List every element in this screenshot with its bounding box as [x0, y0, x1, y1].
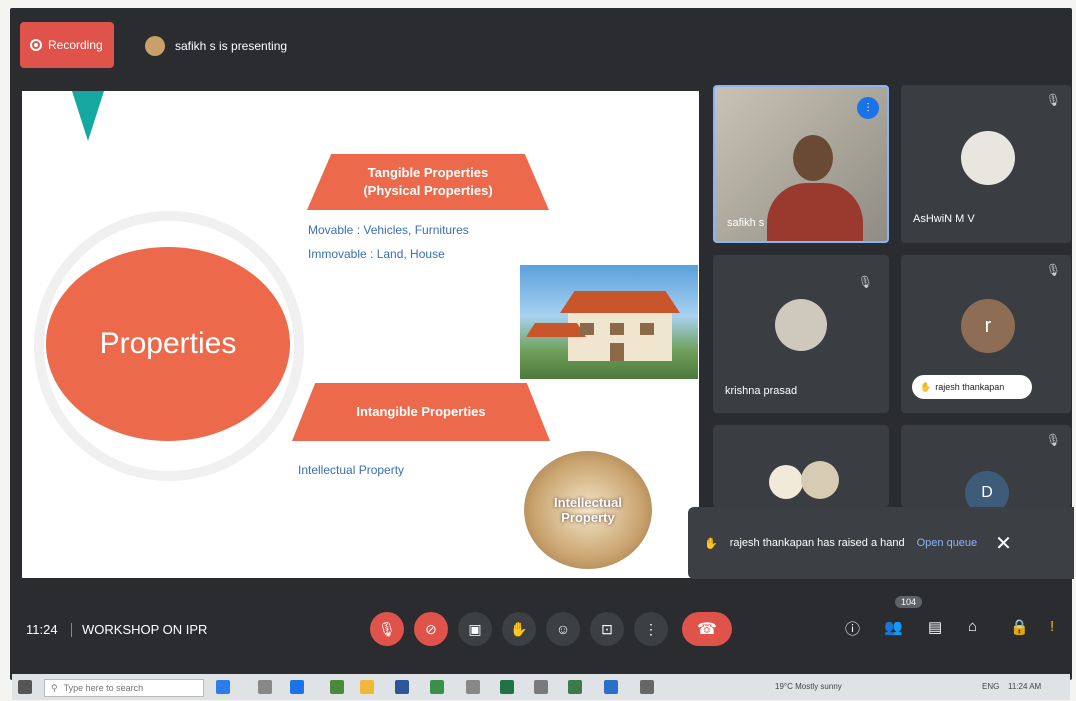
close-icon[interactable]: ✕: [995, 531, 1012, 556]
app-icon[interactable]: [466, 680, 480, 694]
speaking-icon: ⫶: [857, 97, 879, 119]
ip-image-line2: Property: [561, 510, 615, 525]
raise-hand-icon[interactable]: ✋: [502, 612, 536, 646]
search-placeholder: Type here to search: [63, 683, 144, 693]
tangible-title-line1: Tangible Properties: [367, 165, 489, 180]
immovable-text: Immovable : Land, House: [308, 247, 445, 261]
avatar: r: [961, 299, 1015, 353]
raise-hand-icon: ✋: [704, 537, 718, 550]
toast-message: rajesh thankapan has raised a hand: [729, 537, 905, 549]
properties-circle: Properties: [46, 247, 290, 441]
presenter-avatar: [145, 36, 165, 56]
chrome-icon[interactable]: [430, 680, 444, 694]
search-icon: ⚲: [51, 682, 58, 693]
meeting-time: 11:24: [26, 622, 58, 637]
weather-widget[interactable]: 19°C Mostly sunny: [775, 682, 842, 691]
recording-label: Recording: [48, 38, 103, 52]
open-queue-button[interactable]: Open queue: [917, 537, 978, 549]
bing-icon[interactable]: [216, 680, 230, 694]
avatar: [801, 461, 839, 499]
info-icon[interactable]: ⓘ: [845, 618, 860, 639]
participant-tile[interactable]: 🎙 AsHwiN M V: [901, 85, 1071, 243]
participant-video: [793, 135, 833, 181]
participant-name: krishna prasad: [725, 385, 798, 397]
task-view-icon[interactable]: [258, 680, 272, 694]
properties-label: Properties: [99, 327, 237, 360]
tangible-banner: Tangible Properties (Physical Properties…: [307, 154, 549, 210]
participant-tile[interactable]: 🎙 D: [901, 425, 1071, 507]
mic-off-icon[interactable]: 🎙: [370, 612, 404, 646]
presenting-text: safikh s is presenting: [175, 39, 288, 53]
meeting-title: WORKSHOP ON IPR: [82, 622, 208, 637]
participant-count-badge: 104: [895, 596, 923, 608]
camera-off-icon[interactable]: ⊘: [414, 612, 448, 646]
ip-image-line1: Intellectual: [554, 495, 622, 510]
presenting-status: safikh s is presenting: [145, 36, 287, 56]
folder-icon[interactable]: [360, 680, 374, 694]
movable-text: Movable : Vehicles, Furnitures: [308, 223, 469, 237]
chat-icon[interactable]: ▤: [928, 618, 942, 636]
avatar: D: [965, 471, 1009, 507]
intangible-banner: Intangible Properties: [292, 383, 550, 441]
hand-raised-toast: ✋ rajesh thankapan has raised a hand Ope…: [688, 507, 1074, 579]
raise-hand-icon: ✋: [920, 381, 932, 392]
mic-muted-icon: 🎙: [1045, 263, 1061, 277]
app-icon[interactable]: [330, 680, 344, 694]
language-indicator[interactable]: ENG: [982, 682, 999, 691]
mic-muted-icon: 🎙: [1045, 433, 1061, 447]
taskbar-search[interactable]: ⚲ Type here to search: [44, 679, 204, 697]
participant-name: AsHwiN M V: [913, 213, 975, 225]
windows-start-icon[interactable]: [18, 680, 32, 694]
house-image: [520, 265, 698, 379]
taskbar-clock[interactable]: 11:24 AM: [1008, 682, 1041, 691]
participant-video-body: [767, 183, 863, 241]
edge-icon[interactable]: [290, 680, 304, 694]
avatar: [961, 131, 1015, 185]
app-icon[interactable]: [604, 680, 618, 694]
more-icon[interactable]: ⋮: [634, 612, 668, 646]
participant-tile[interactable]: 🎙 krishna prasad: [713, 255, 889, 413]
avatar: [769, 465, 803, 499]
tangible-title-line2: (Physical Properties): [363, 183, 493, 198]
recording-indicator[interactable]: Recording: [20, 22, 114, 68]
intellectual-property-image: Intellectual Property: [524, 451, 652, 569]
avatar: [775, 299, 827, 351]
recording-icon: [30, 39, 42, 51]
intangible-title: Intangible Properties: [356, 404, 486, 419]
word-icon[interactable]: [395, 680, 409, 694]
people-icon[interactable]: 👥: [884, 618, 903, 636]
activities-icon[interactable]: ⌂: [968, 618, 977, 635]
end-call-icon[interactable]: ☎: [682, 612, 732, 646]
presentation-slide: Properties Tangible Properties (Physical…: [22, 91, 699, 578]
intellectual-property-text: Intellectual Property: [298, 463, 405, 477]
participant-name: safikh s: [727, 217, 765, 229]
present-icon[interactable]: ⊡: [590, 612, 624, 646]
hand-raised-label: ✋ rajesh thankapan: [912, 375, 1032, 399]
participant-tile-speaker[interactable]: ⫶ safikh s: [713, 85, 889, 243]
meet-app-icon[interactable]: [568, 680, 582, 694]
excel-icon[interactable]: [500, 680, 514, 694]
divider: [71, 623, 72, 637]
emoji-icon[interactable]: ☺: [546, 612, 580, 646]
app-icon[interactable]: [534, 680, 548, 694]
lock-icon[interactable]: 🔒: [1010, 618, 1029, 636]
mic-muted-icon: 🎙: [857, 275, 873, 289]
captions-icon[interactable]: ▣: [458, 612, 492, 646]
participant-name: rajesh thankapan: [935, 382, 1005, 392]
participant-tile[interactable]: [713, 425, 889, 507]
mic-muted-icon: 🎙: [1045, 93, 1061, 107]
teal-triangle-decoration: [72, 91, 104, 141]
notification-icon[interactable]: !: [1050, 618, 1054, 635]
settings-icon[interactable]: [640, 680, 654, 694]
